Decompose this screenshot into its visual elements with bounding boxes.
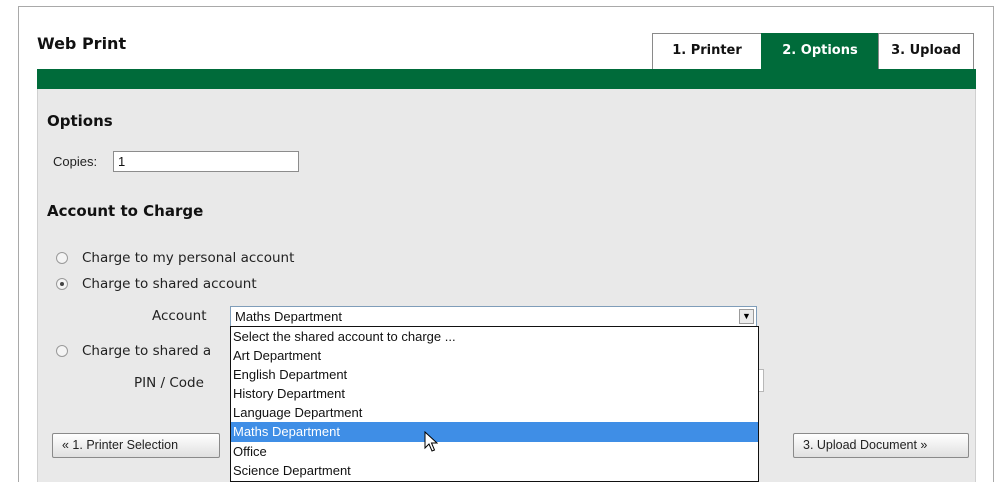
next-upload-document-button[interactable]: 3. Upload Document » [793,433,969,458]
radio-shared-account[interactable]: Charge to shared account [56,276,257,292]
radio-shared-label: Charge to shared account [82,276,257,292]
account-label: Account [152,308,207,324]
dropdown-option[interactable]: English Department [231,365,758,384]
copies-label: Copies: [53,154,98,169]
header-bar [37,69,976,89]
tab-options[interactable]: 2. Options [761,33,879,69]
radio-shared-pin-label: Charge to shared a [82,343,212,359]
account-heading: Account to Charge [47,202,204,220]
radio-shared-pin-account[interactable]: Charge to shared a [56,343,211,359]
chevron-down-icon[interactable]: ▼ [739,309,754,324]
radio-button[interactable] [56,252,68,264]
pin-label: PIN / Code [134,375,204,391]
page-title: Web Print [37,34,127,53]
copies-input[interactable]: 1 [113,151,299,172]
radio-button-checked[interactable] [56,278,68,290]
radio-personal-account[interactable]: Charge to my personal account [56,250,294,266]
options-heading: Options [47,112,113,130]
step-tabs: 1. Printer 2. Options 3. Upload [652,33,974,69]
account-dropdown-list[interactable]: Select the shared account to charge ... … [230,326,759,482]
dropdown-option[interactable]: Select the shared account to charge ... [231,327,758,346]
prev-printer-selection-button[interactable]: « 1. Printer Selection [52,433,220,458]
radio-personal-label: Charge to my personal account [82,250,295,266]
dropdown-option[interactable]: History Department [231,384,758,403]
tab-upload[interactable]: 3. Upload [878,33,974,69]
tab-printer[interactable]: 1. Printer [652,33,762,69]
dropdown-option[interactable]: Office [231,442,758,461]
dropdown-option[interactable]: Science Department [231,461,758,480]
dropdown-option-highlighted[interactable]: Maths Department [231,422,758,442]
account-selected-value: Maths Department [235,309,342,324]
cursor-arrow-icon [424,431,438,452]
account-select[interactable]: Maths Department ▼ [230,306,757,327]
dropdown-option[interactable]: Language Department [231,403,758,422]
dropdown-option[interactable]: Art Department [231,346,758,365]
radio-button[interactable] [56,345,68,357]
